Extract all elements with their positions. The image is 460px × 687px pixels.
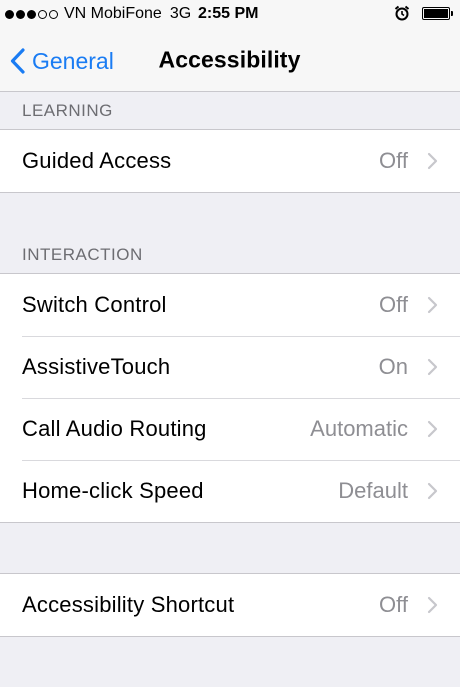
row-value: Off	[379, 148, 408, 173]
row-label: Accessibility Shortcut	[22, 592, 235, 617]
carrier-name: VN MobiFone	[64, 5, 162, 22]
status-right	[394, 5, 453, 21]
status-left: VN MobiFone 3G	[5, 5, 197, 23]
section-header-interaction: INTERACTION	[22, 244, 143, 264]
row-value: Default	[338, 478, 408, 503]
section-header-learning: LEARNING	[22, 100, 113, 120]
battery-icon	[422, 6, 453, 20]
row-assistivetouch[interactable]: AssistiveTouch On	[0, 336, 460, 398]
alarm-icon	[394, 5, 410, 21]
row-value: Off	[379, 292, 408, 317]
row-call-audio-routing[interactable]: Call Audio Routing Automatic	[0, 398, 460, 460]
group-interaction: Switch Control Off AssistiveTouch On Cal…	[0, 273, 460, 523]
network-type: 3G	[169, 5, 192, 22]
group-learning: Guided Access Off	[0, 129, 460, 193]
status-time: 2:55 PM	[198, 5, 259, 22]
settings-list: LEARNING Guided Access Off INTERACTION S…	[0, 92, 460, 637]
chevron-right-icon	[427, 152, 438, 170]
row-home-click-speed[interactable]: Home-click Speed Default	[0, 460, 460, 522]
signal-strength-icon	[5, 9, 58, 19]
row-accessibility-shortcut[interactable]: Accessibility Shortcut Off	[0, 574, 460, 636]
row-label: AssistiveTouch	[22, 354, 171, 379]
row-label: Call Audio Routing	[22, 416, 207, 441]
chevron-right-icon	[427, 296, 438, 314]
row-switch-control[interactable]: Switch Control Off	[0, 274, 460, 336]
chevron-right-icon	[427, 358, 438, 376]
row-value: Off	[379, 592, 408, 617]
status-bar: VN MobiFone 3G 2:55 PM	[0, 0, 460, 30]
row-label: Switch Control	[22, 292, 167, 317]
row-label: Guided Access	[22, 148, 172, 173]
page-title-text: Accessibility	[158, 46, 301, 73]
chevron-right-icon	[427, 596, 438, 614]
page-title: Accessibility	[0, 47, 460, 74]
row-label: Home-click Speed	[22, 478, 204, 503]
chevron-right-icon	[427, 482, 438, 500]
group-shortcut: Accessibility Shortcut Off	[0, 573, 460, 637]
row-guided-access[interactable]: Guided Access Off	[0, 130, 460, 192]
row-value: On	[378, 354, 408, 379]
chevron-right-icon	[427, 420, 438, 438]
navigation-bar: General Accessibility	[0, 30, 460, 92]
row-value: Automatic	[310, 416, 408, 441]
